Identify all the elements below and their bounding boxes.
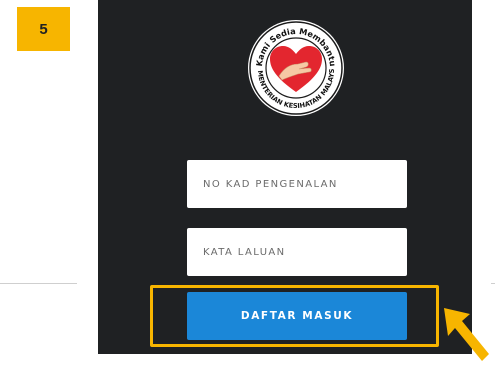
background-divider-left bbox=[0, 283, 77, 284]
heart-hand-logo: Kami Sedia Membantu KEMENTERIAN KESIHATA… bbox=[246, 18, 344, 116]
password-placeholder: KATA LALUAN bbox=[203, 246, 286, 258]
background-divider-right bbox=[491, 283, 495, 284]
step-number-badge: 5 bbox=[17, 7, 70, 51]
password-input[interactable]: KATA LALUAN bbox=[187, 228, 407, 276]
arrow-pointer-icon bbox=[444, 308, 489, 361]
highlight-box bbox=[150, 285, 439, 347]
ic-number-placeholder: NO KAD PENGENALAN bbox=[203, 178, 338, 190]
ic-number-input[interactable]: NO KAD PENGENALAN bbox=[187, 160, 407, 208]
